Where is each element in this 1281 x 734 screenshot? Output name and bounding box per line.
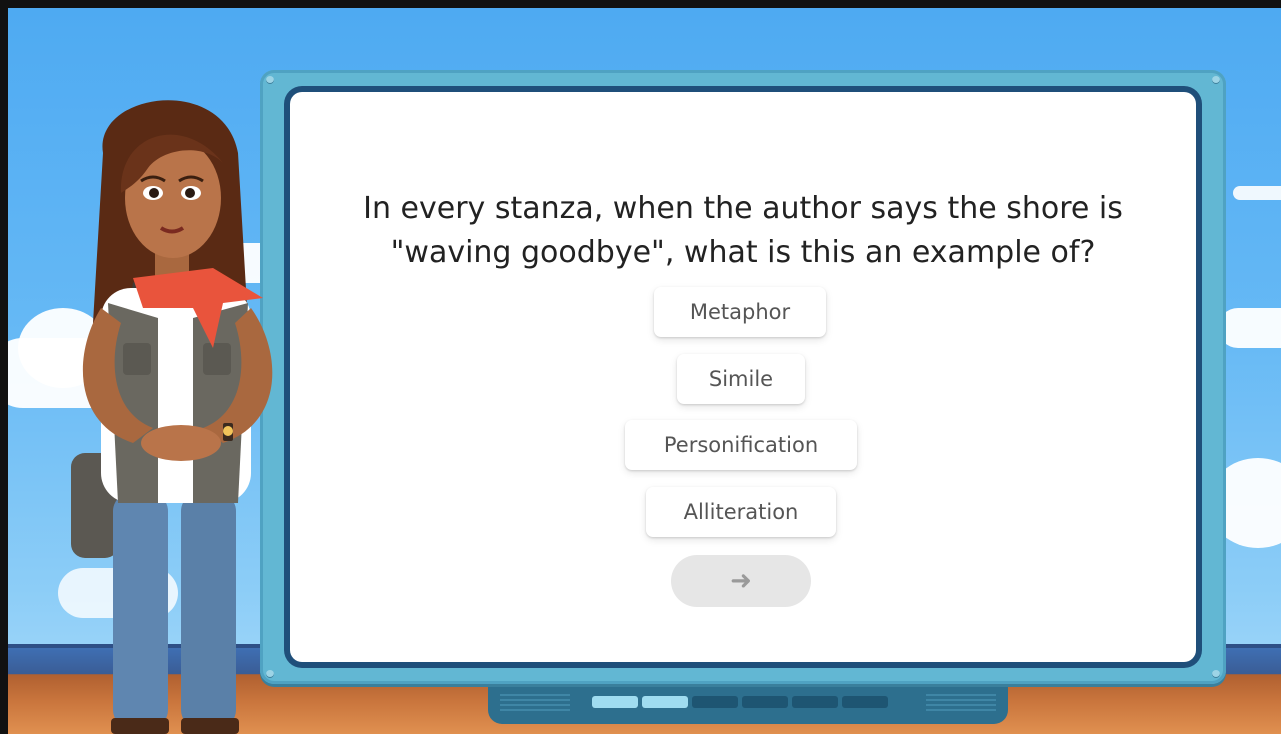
vest-pocket	[123, 343, 151, 375]
shoe	[181, 718, 239, 734]
board-pedestal	[488, 684, 1008, 724]
grille	[926, 694, 996, 714]
vest-pocket	[203, 343, 231, 375]
shoe	[111, 718, 169, 734]
quiz-panel: In every stanza, when the author says th…	[290, 92, 1196, 662]
grille	[500, 694, 570, 714]
progress-segment	[742, 696, 788, 708]
answer-option-simile[interactable]: Simile	[677, 354, 805, 404]
screw	[1212, 670, 1220, 678]
teacher-character	[71, 100, 273, 734]
cloud	[1218, 308, 1281, 348]
answer-option-alliteration[interactable]: Alliteration	[646, 487, 836, 537]
leg-right	[181, 493, 236, 728]
answer-option-metaphor[interactable]: Metaphor	[654, 287, 826, 337]
hands	[141, 425, 221, 461]
cloud	[1233, 186, 1281, 200]
leg-left	[113, 493, 168, 728]
answer-option-personification[interactable]: Personification	[625, 420, 857, 470]
pupil	[149, 188, 159, 198]
progress-segment	[692, 696, 738, 708]
arrow-right-icon: ➜	[730, 566, 752, 596]
progress-segment	[792, 696, 838, 708]
screw	[1212, 76, 1220, 84]
next-button[interactable]: ➜	[671, 555, 811, 607]
progress-segment	[592, 696, 638, 708]
quiz-board: In every stanza, when the author says th…	[260, 70, 1226, 684]
progress-bar	[592, 696, 888, 708]
progress-segment	[842, 696, 888, 708]
progress-segment	[642, 696, 688, 708]
screw	[266, 76, 274, 84]
pupil	[185, 188, 195, 198]
question-text: In every stanza, when the author says th…	[363, 191, 1123, 270]
watch-face	[223, 426, 233, 436]
scene: In every stanza, when the author says th…	[8, 8, 1281, 734]
